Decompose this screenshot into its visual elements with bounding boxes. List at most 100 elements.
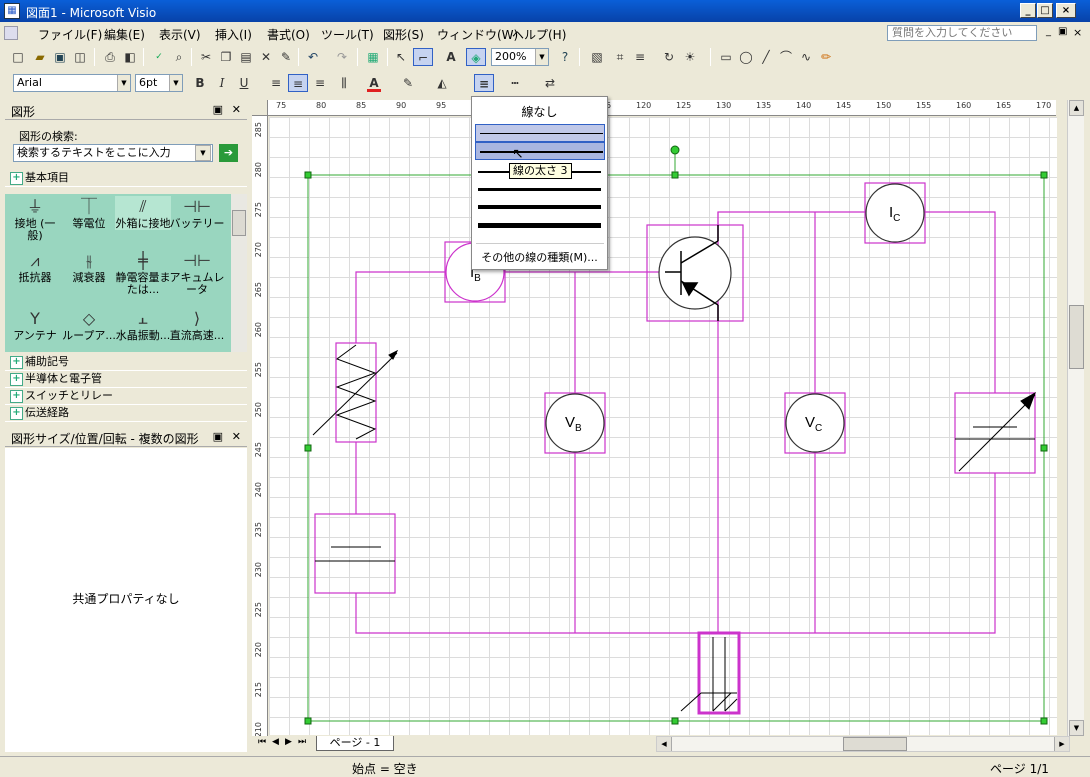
page-tab-1[interactable]: ページ - 1 bbox=[316, 736, 394, 751]
scroll-up-arrow[interactable]: ▲ bbox=[1069, 100, 1084, 116]
vertical-scroll-thumb[interactable] bbox=[1069, 305, 1084, 369]
line-weight-option-5[interactable] bbox=[478, 205, 601, 209]
stencil-item-battery[interactable]: ⊣⊢ バッテリー bbox=[169, 196, 225, 230]
document-icon[interactable] bbox=[4, 26, 18, 40]
stencil-item-antenna[interactable]: Y アンテナ bbox=[7, 308, 63, 342]
stencil-item-dc[interactable]: ⟩ 直流高速... bbox=[169, 308, 225, 342]
line-weight-option-6[interactable] bbox=[478, 223, 601, 228]
stencil-current-header[interactable]: 基本項目 bbox=[5, 170, 247, 187]
web-icon[interactable]: ◫ bbox=[70, 48, 90, 66]
format-painter-icon[interactable]: ✎ bbox=[276, 48, 296, 66]
menu-shapes[interactable]: 図形(S) bbox=[383, 26, 424, 43]
stencil-group-aux[interactable]: 補助記号 bbox=[5, 354, 247, 371]
horizontal-scrollbar[interactable]: ◀ ▶ bbox=[656, 736, 1070, 752]
line-weight-option-4[interactable] bbox=[478, 188, 601, 191]
freeform-tool-icon[interactable]: ∿ bbox=[796, 48, 816, 66]
scroll-down-arrow[interactable]: ▼ bbox=[1069, 720, 1084, 736]
prev-page-icon[interactable]: ◀ bbox=[272, 737, 279, 747]
print-preview-icon[interactable]: ◧ bbox=[120, 48, 140, 66]
research-icon[interactable]: ⌕ bbox=[169, 48, 189, 66]
stencil-item-resistor[interactable]: ⩘ 抵抗器 bbox=[7, 250, 63, 284]
stencil-item-chassis-ground[interactable]: ⫽ 外箱に接地 bbox=[115, 196, 171, 230]
line-color-icon[interactable]: ✎ bbox=[398, 74, 418, 92]
cut-icon[interactable]: ✂ bbox=[196, 48, 216, 66]
stencil-item-crystal[interactable]: ⫠ 水晶振動... bbox=[115, 308, 171, 342]
help-icon[interactable]: ? bbox=[555, 48, 575, 66]
spelling-icon[interactable]: ✓ bbox=[149, 48, 169, 66]
italic-button[interactable]: I bbox=[212, 74, 232, 92]
align-right-icon[interactable]: ≡ bbox=[310, 74, 330, 92]
minimize-button[interactable]: _ bbox=[1020, 3, 1036, 18]
line-weight-option-1[interactable] bbox=[475, 124, 605, 142]
fill-color-icon[interactable]: ◭ bbox=[432, 74, 452, 92]
size-panel-close-icon[interactable]: ✕ bbox=[232, 430, 241, 443]
save-icon[interactable]: ▣ bbox=[50, 48, 70, 66]
new-icon[interactable]: □ bbox=[8, 48, 28, 66]
menu-help[interactable]: ヘルプ(H) bbox=[512, 26, 566, 43]
line-weight-button[interactable]: ≡ bbox=[474, 74, 494, 92]
redo-icon[interactable]: ↷ bbox=[332, 48, 352, 66]
shapes-icon[interactable]: ▦ bbox=[363, 48, 383, 66]
line-ends-icon[interactable]: ⇄ bbox=[540, 74, 560, 92]
vertical-scrollbar[interactable]: ▲ ▼ bbox=[1067, 100, 1084, 736]
visio-app-icon[interactable]: ▦ bbox=[4, 3, 20, 19]
arc-tool-icon[interactable]: ⌒ bbox=[776, 48, 796, 66]
paste-icon[interactable]: ▤ bbox=[236, 48, 256, 66]
search-dropdown-arrow[interactable]: ▼ bbox=[195, 145, 211, 161]
align-center-icon[interactable]: ≡ bbox=[288, 74, 308, 92]
line-weight-icon[interactable]: ≡ bbox=[630, 48, 650, 66]
underline-button[interactable]: U bbox=[234, 74, 254, 92]
delete-icon[interactable]: ✕ bbox=[256, 48, 276, 66]
stencil-group-transmission[interactable]: 伝送経路 bbox=[5, 405, 247, 422]
connector-tool-icon[interactable]: ⌐ bbox=[413, 48, 433, 66]
brightness-icon[interactable]: ☀ bbox=[680, 48, 700, 66]
stencil-group-switch[interactable]: スイッチとリレー bbox=[5, 388, 247, 405]
menu-tools[interactable]: ツール(T) bbox=[321, 26, 374, 43]
doc-close-button[interactable]: × bbox=[1073, 26, 1082, 39]
drawing-canvas[interactable]: IB VB VC IC bbox=[269, 117, 1057, 735]
stencil-item-capacitor[interactable]: ╪ 静電容量または... bbox=[115, 250, 171, 296]
horizontal-scroll-thumb[interactable] bbox=[843, 737, 907, 751]
help-search-input[interactable]: 質問を入力してください bbox=[887, 25, 1037, 41]
first-page-icon[interactable]: ⏮ bbox=[258, 737, 266, 747]
crop-icon[interactable]: ⌗ bbox=[610, 48, 630, 66]
connection-point-tool-icon[interactable]: ◈ bbox=[466, 48, 486, 66]
last-page-icon[interactable]: ⏭ bbox=[298, 737, 306, 747]
menu-window[interactable]: ウィンドウ(W) bbox=[437, 26, 518, 43]
close-button[interactable]: × bbox=[1056, 3, 1076, 18]
text-tool-icon[interactable]: A bbox=[441, 48, 461, 66]
stencil-scrollbar[interactable] bbox=[231, 194, 247, 352]
next-page-icon[interactable]: ▶ bbox=[285, 737, 292, 747]
size-panel-menu-icon[interactable]: ▣ bbox=[213, 430, 223, 443]
stencil-item-ground[interactable]: ⏚ 接地 (一般) bbox=[7, 196, 63, 242]
line-pattern-icon[interactable]: ┅ bbox=[505, 74, 525, 92]
text-color-button[interactable]: A bbox=[364, 74, 384, 92]
stencil-group-semiconductor[interactable]: 半導体と電子管 bbox=[5, 371, 247, 388]
picture-icon[interactable]: ▧ bbox=[587, 48, 607, 66]
panel-menu-icon[interactable]: ▣ bbox=[213, 103, 223, 116]
stencil-item-attenuator[interactable]: ⫳ 減衰器 bbox=[61, 250, 117, 284]
rotate-icon[interactable]: ↻ bbox=[659, 48, 679, 66]
menu-format[interactable]: 書式(O) bbox=[267, 26, 310, 43]
maximize-button[interactable]: □ bbox=[1037, 3, 1053, 18]
ellipse-tool-icon[interactable]: ◯ bbox=[736, 48, 756, 66]
panel-close-icon[interactable]: ✕ bbox=[232, 103, 241, 116]
menu-view[interactable]: 表示(V) bbox=[159, 26, 201, 43]
copy-icon[interactable]: ❐ bbox=[216, 48, 236, 66]
doc-restore-button[interactable]: ▣ bbox=[1058, 26, 1067, 37]
print-icon[interactable]: ⎙ bbox=[100, 48, 120, 66]
justify-icon[interactable]: ⫼ bbox=[334, 74, 354, 92]
menu-insert[interactable]: 挿入(I) bbox=[215, 26, 252, 43]
more-line-types-option[interactable]: その他の線の種類(M)... bbox=[472, 249, 607, 265]
open-icon[interactable]: ▰ bbox=[30, 48, 50, 66]
menu-file[interactable]: ファイル(F) bbox=[38, 26, 102, 43]
bold-button[interactable]: B bbox=[190, 74, 210, 92]
line-tool-icon[interactable]: ╱ bbox=[756, 48, 776, 66]
rectangle-tool-icon[interactable]: ▭ bbox=[716, 48, 736, 66]
line-none-option[interactable]: 線なし bbox=[472, 103, 607, 120]
font-select[interactable]: Arial ▼ bbox=[13, 74, 131, 92]
scroll-right-arrow[interactable]: ▶ bbox=[1054, 737, 1069, 751]
align-left-icon[interactable]: ≡ bbox=[266, 74, 286, 92]
zoom-select[interactable]: 200% ▼ bbox=[491, 48, 549, 66]
stencil-item-loop[interactable]: ◇ ループア... bbox=[61, 308, 117, 342]
